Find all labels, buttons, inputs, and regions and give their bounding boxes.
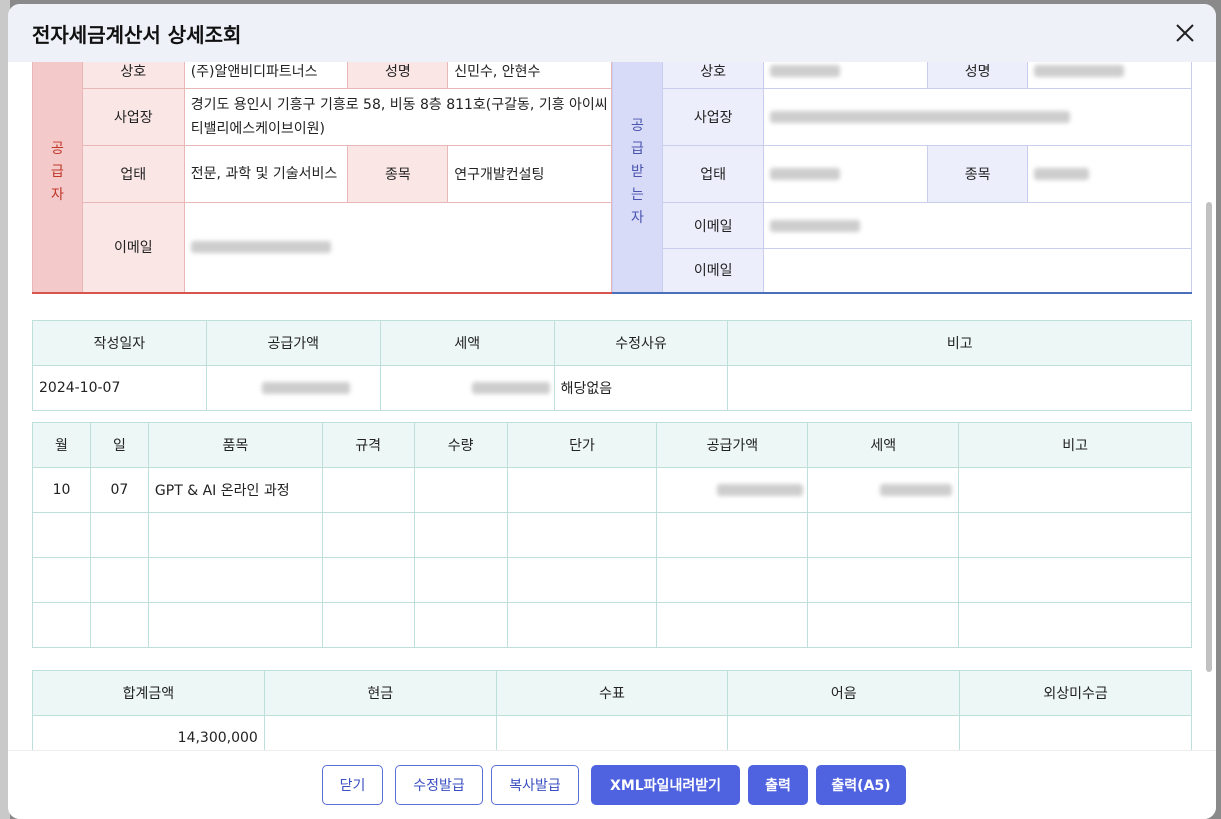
totals-header-credit: 외상미수금 (959, 670, 1192, 716)
totals-total-value: 14,300,000 (32, 715, 265, 750)
receiver-email-label: 이메일 (661, 202, 765, 249)
item-tax-value (807, 467, 960, 513)
items-header-supply: 공급가액 (656, 422, 809, 468)
supplier-side-label: 공급자 (32, 62, 83, 293)
totals-header-total: 합계금액 (32, 670, 265, 716)
items-header-day: 일 (89, 422, 149, 468)
receiver-address-label: 사업장 (661, 88, 765, 146)
totals-header-check: 수표 (495, 670, 729, 716)
receiver-company-label: 상호 (661, 62, 765, 89)
summary-date: 2024-10-07 (32, 365, 207, 411)
summary-reason: 해당없음 (553, 365, 729, 411)
table-row (32, 602, 1192, 648)
items-table: 월 일 품목 규격 수량 단가 공급가액 세액 비고 10 07 GPT & A… (32, 422, 1192, 648)
supplier-name-label: 성명 (347, 62, 449, 89)
receiver-item-label: 종목 (927, 145, 1029, 203)
receiver-name-value (1027, 62, 1192, 89)
totals-cash-value (263, 715, 497, 750)
copy-issue-button[interactable]: 복사발급 (491, 765, 579, 805)
modal-footer: 닫기 수정발급 복사발급 XML파일내려받기 출력 출력(A5) (8, 750, 1216, 819)
scrollbar[interactable] (1202, 62, 1216, 752)
items-header-unit-price: 단가 (506, 422, 658, 468)
item-name: GPT & AI 온라인 과정 (147, 467, 323, 513)
receiver-address-value (763, 88, 1192, 146)
summary-header-reason: 수정사유 (553, 320, 729, 366)
totals-header-note: 어음 (727, 670, 961, 716)
receiver-side-label: 공급받는자 (612, 62, 663, 293)
item-unit-price (506, 467, 658, 513)
supplier-address-label: 사업장 (81, 88, 185, 146)
close-button[interactable]: 닫기 (322, 765, 383, 805)
item-supply-value (656, 467, 809, 513)
amend-issue-button[interactable]: 수정발급 (395, 765, 483, 805)
items-header-name: 품목 (147, 422, 323, 468)
summary-header-note: 비고 (727, 320, 1192, 366)
print-a5-button[interactable]: 출력(A5) (816, 765, 906, 805)
receiver-item-value (1027, 145, 1192, 203)
summary-header-tax: 세액 (379, 320, 555, 366)
summary-tax-value (379, 365, 555, 411)
table-row: 10 07 GPT & AI 온라인 과정 (32, 467, 1192, 513)
items-header-spec: 규격 (321, 422, 415, 468)
modal-title: 전자세금계산서 상세조회 (32, 22, 242, 47)
supplier-business-type-value: 전문, 과학 및 기술서비스 (183, 145, 349, 203)
supplier-table: 공급자 상호 (주)알앤비디파트너스 성명 신민수, 안현수 사업장 경기도 용… (32, 62, 613, 294)
supplier-email-label: 이메일 (81, 202, 185, 293)
item-spec (321, 467, 415, 513)
close-icon[interactable] (1170, 18, 1200, 48)
item-day: 07 (89, 467, 149, 513)
totals-header-cash: 현금 (263, 670, 497, 716)
receiver-email2-label: 이메일 (661, 248, 765, 293)
receiver-company-value (763, 62, 929, 89)
totals-table: 합계금액 현금 수표 어음 외상미수금 14,300,000 (32, 670, 1192, 750)
supplier-name-value: 신민수, 안현수 (447, 62, 612, 89)
table-row (32, 557, 1192, 603)
supplier-company-value: (주)알앤비디파트너스 (183, 62, 349, 89)
receiver-business-type-value (763, 145, 929, 203)
items-header-month: 월 (32, 422, 91, 468)
supplier-address-value: 경기도 용인시 기흥구 기흥로 58, 비동 8층 811호(구갈동, 기흥 아… (183, 88, 613, 146)
totals-note-value (727, 715, 961, 750)
summary-header-date: 작성일자 (32, 320, 207, 366)
tax-invoice-detail-modal: 전자세금계산서 상세조회 공급자 상호 (주)알앤비디파트너스 성명 신민수, … (8, 4, 1216, 819)
summary-note (727, 365, 1192, 411)
modal-body: 공급자 상호 (주)알앤비디파트너스 성명 신민수, 안현수 사업장 경기도 용… (8, 62, 1216, 750)
xml-download-button[interactable]: XML파일내려받기 (591, 765, 740, 805)
table-row (32, 512, 1192, 558)
items-header-note: 비고 (958, 422, 1192, 468)
print-button[interactable]: 출력 (748, 765, 808, 805)
scrollbar-thumb[interactable] (1206, 202, 1212, 672)
supplier-side-text: 공급자 (51, 140, 64, 203)
supplier-item-value: 연구개발컨설팅 (447, 145, 612, 203)
item-month: 10 (32, 467, 91, 513)
supplier-email-value (183, 202, 613, 293)
receiver-email-value (763, 202, 1192, 249)
receiver-business-type-label: 업태 (661, 145, 765, 203)
item-note (958, 467, 1192, 513)
receiver-side-text: 공급받는자 (630, 117, 644, 226)
totals-check-value (495, 715, 729, 750)
receiver-table: 공급받는자 상호 성명 사업장 업태 종목 이메일 이메일 (612, 62, 1192, 294)
supplier-company-label: 상호 (81, 62, 185, 89)
item-qty (413, 467, 508, 513)
totals-credit-value (959, 715, 1192, 750)
receiver-email2-value (763, 248, 1192, 293)
supplier-item-label: 종목 (347, 145, 449, 203)
summary-supply-value (205, 365, 381, 411)
items-header-qty: 수량 (413, 422, 508, 468)
items-header-tax: 세액 (807, 422, 960, 468)
modal-header: 전자세금계산서 상세조회 (8, 4, 1216, 62)
receiver-name-label: 성명 (927, 62, 1029, 89)
supplier-business-type-label: 업태 (81, 145, 185, 203)
summary-table: 작성일자 공급가액 세액 수정사유 비고 2024-10-07 해당없음 (32, 320, 1192, 411)
summary-header-supply: 공급가액 (205, 320, 381, 366)
